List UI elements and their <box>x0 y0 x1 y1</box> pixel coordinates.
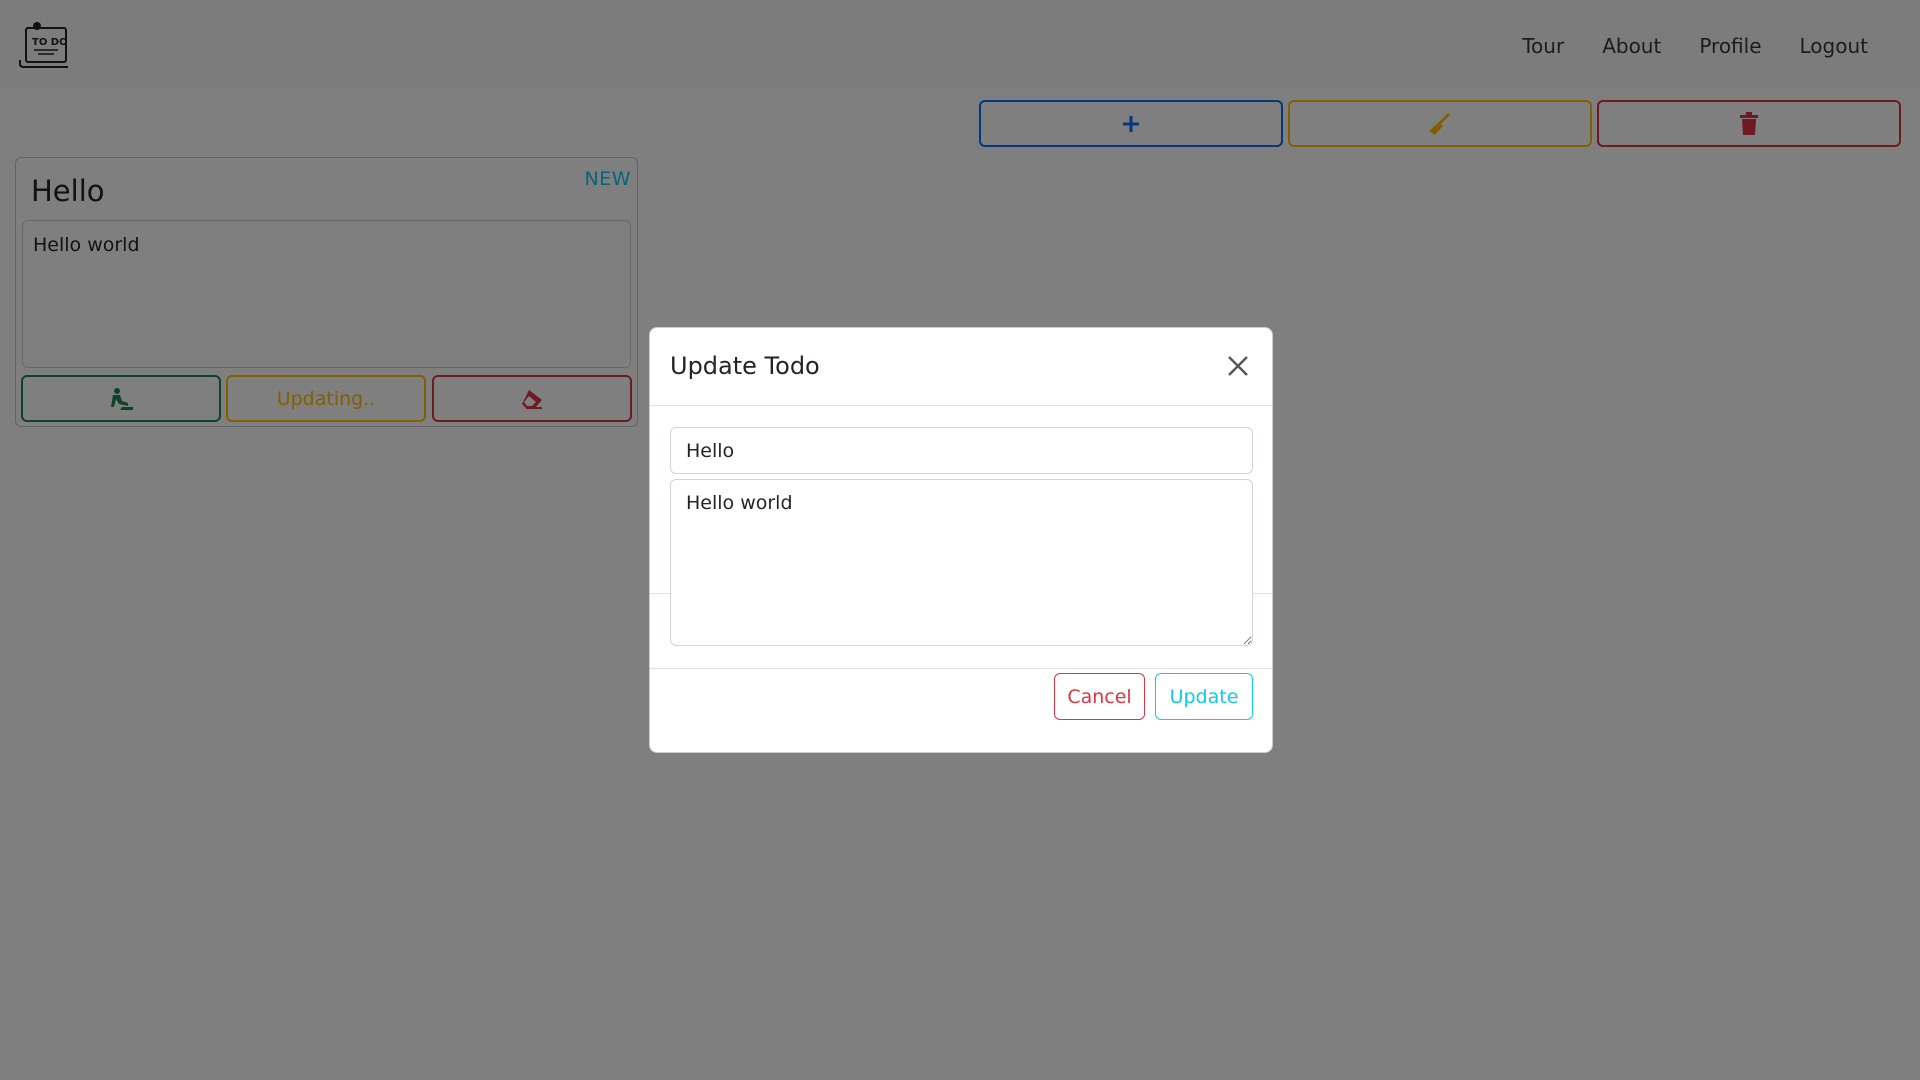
update-button[interactable]: Update <box>1155 673 1253 720</box>
todo-title-input[interactable] <box>670 427 1253 474</box>
cancel-button[interactable]: Cancel <box>1054 673 1145 720</box>
modal-header: Update Todo <box>650 328 1272 406</box>
todo-description-input[interactable]: Hello world <box>670 479 1253 646</box>
modal-title: Update Todo <box>670 352 820 380</box>
modal-body: Hello world <box>650 406 1272 646</box>
app-root: TO DO Tour About Profile Logout <box>0 0 1920 1080</box>
close-icon[interactable] <box>1222 350 1254 382</box>
update-todo-modal: Update Todo Hello world Cancel Update <box>649 327 1273 753</box>
